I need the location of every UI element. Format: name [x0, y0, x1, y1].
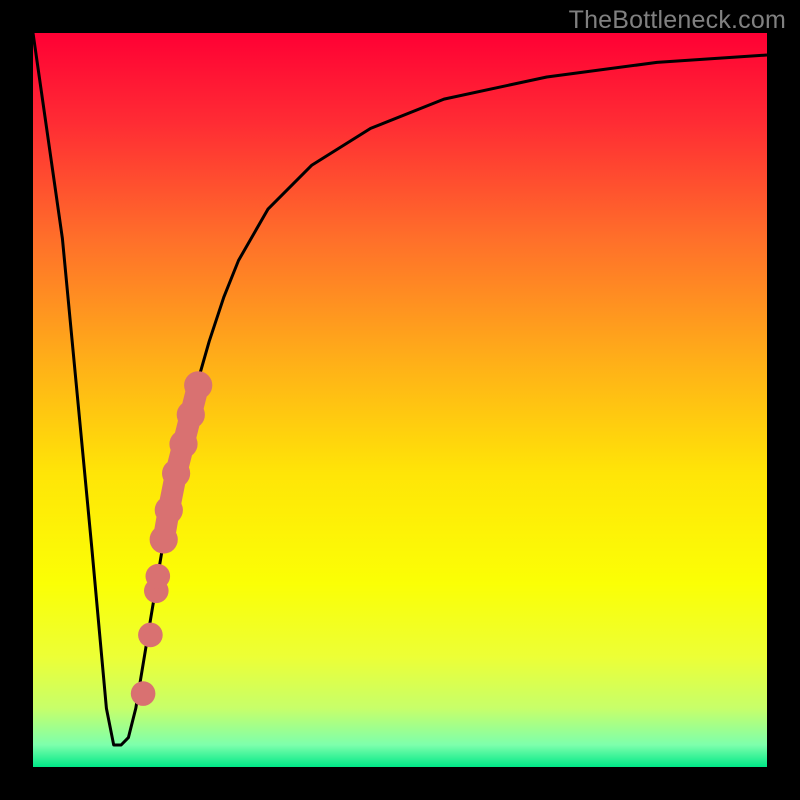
data-marker [138, 623, 163, 648]
data-marker [146, 564, 171, 589]
chart-svg [0, 0, 800, 800]
data-marker [131, 681, 156, 706]
